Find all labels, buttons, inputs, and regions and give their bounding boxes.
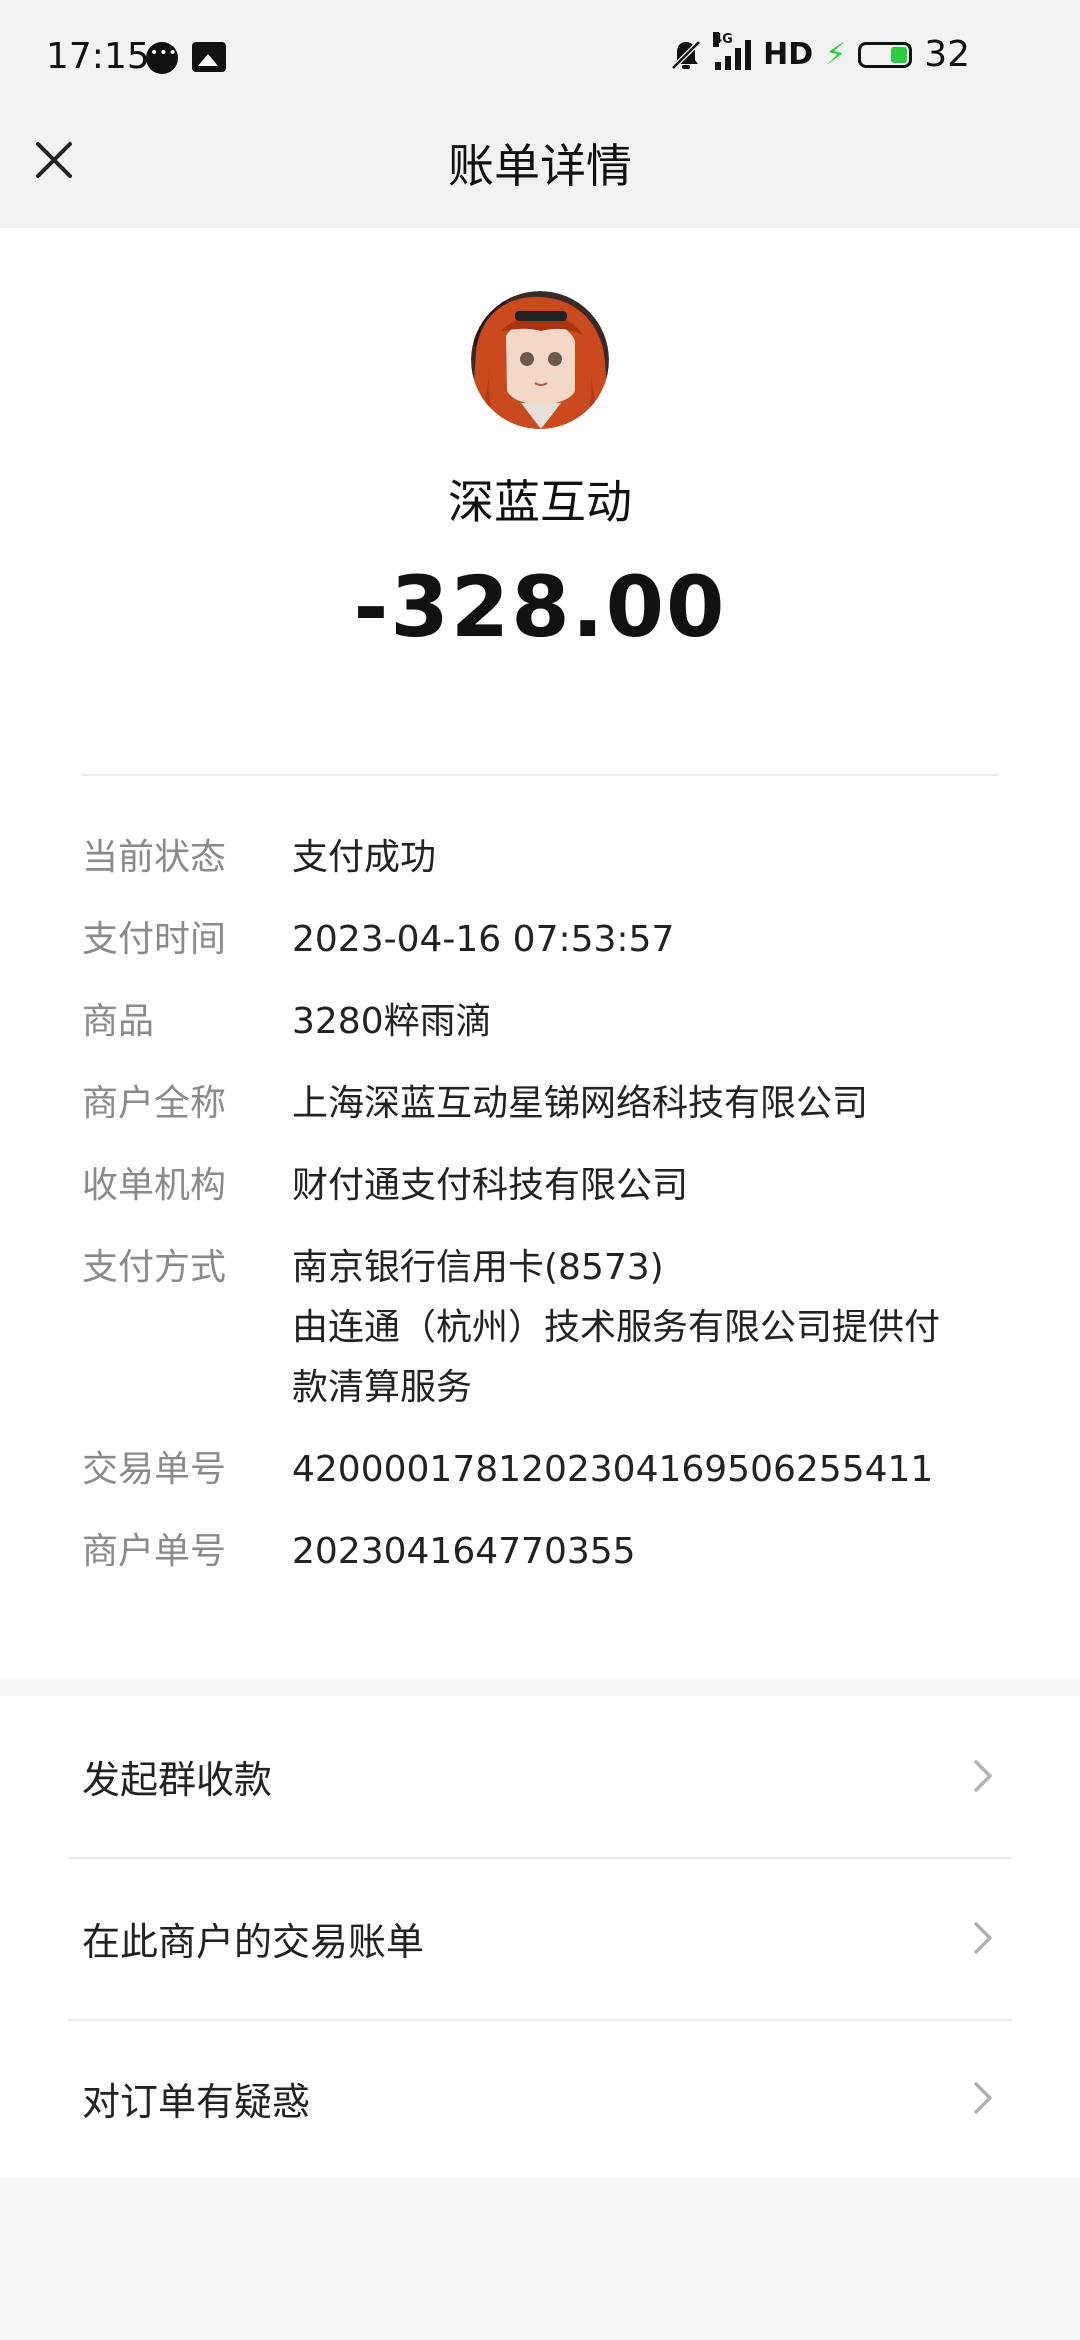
mute-icon	[671, 39, 701, 70]
bill-detail-page: 17:15 4G HD ⚡ 32	[0, 0, 1080, 2340]
detail-row-status: 当前状态 支付成功	[82, 837, 437, 878]
detail-row-merchant-full-name: 商户全称 上海深蓝互动星锑网络科技有限公司	[82, 1083, 869, 1124]
divider	[82, 774, 998, 776]
payment-method-note-1: 由连通（杭州）技术服务有限公司提供付	[292, 1307, 941, 1348]
battery-icon	[858, 41, 913, 68]
payment-method-note-2: 款清算服务	[292, 1367, 473, 1408]
gallery-notification-icon	[192, 42, 226, 72]
battery-level: 32	[924, 34, 970, 75]
status-bar: 17:15 4G HD ⚡ 32	[0, 0, 1080, 120]
order-question-item[interactable]: 对订单有疑惑	[0, 2018, 1080, 2178]
detail-row-transaction-id: 交易单号 4200001781202304169506255411	[82, 1449, 934, 1490]
navigation-bar: 账单详情	[0, 120, 1080, 228]
message-notification-icon	[146, 42, 178, 74]
merchant-name: 深蓝互动	[448, 475, 632, 529]
chevron-right-icon	[974, 2082, 992, 2114]
hd-indicator: HD	[763, 37, 814, 72]
payment-method-card: 南京银行信用卡(8573)	[292, 1247, 664, 1288]
bill-card: 深蓝互动 -328.00 当前状态 支付成功 支付时间 2023-04-16 0…	[0, 228, 1080, 1678]
page-title: 账单详情	[448, 139, 632, 193]
action-list: 发起群收款 在此商户的交易账单 对订单有疑惑	[0, 1696, 1080, 2178]
merchant-avatar	[471, 291, 609, 429]
merchant-bills-item[interactable]: 在此商户的交易账单	[0, 1858, 1080, 2018]
detail-row-acquirer: 收单机构 财付通支付科技有限公司	[82, 1165, 689, 1206]
group-collect-item[interactable]: 发起群收款	[0, 1696, 1080, 1856]
bill-details: 当前状态 支付成功 支付时间 2023-04-16 07:53:57 商品 32…	[82, 828, 998, 1604]
chevron-right-icon	[974, 1922, 992, 1954]
chevron-right-icon	[974, 1760, 992, 1792]
status-time: 17:15	[46, 36, 150, 77]
payment-amount: -328.00	[353, 558, 727, 656]
charging-icon: ⚡	[825, 37, 847, 72]
detail-row-payment-method: 支付方式 南京银行信用卡(8573) 由连通（杭州）技术服务有限公司提供付 款清…	[82, 1238, 998, 1418]
signal-icon: 4G	[713, 31, 752, 70]
detail-row-time: 支付时间 2023-04-16 07:53:57	[82, 919, 675, 960]
detail-row-merchant-order-id: 商户单号 202304164770355	[82, 1531, 636, 1572]
detail-row-product: 商品 3280粹雨滴	[82, 1001, 492, 1042]
